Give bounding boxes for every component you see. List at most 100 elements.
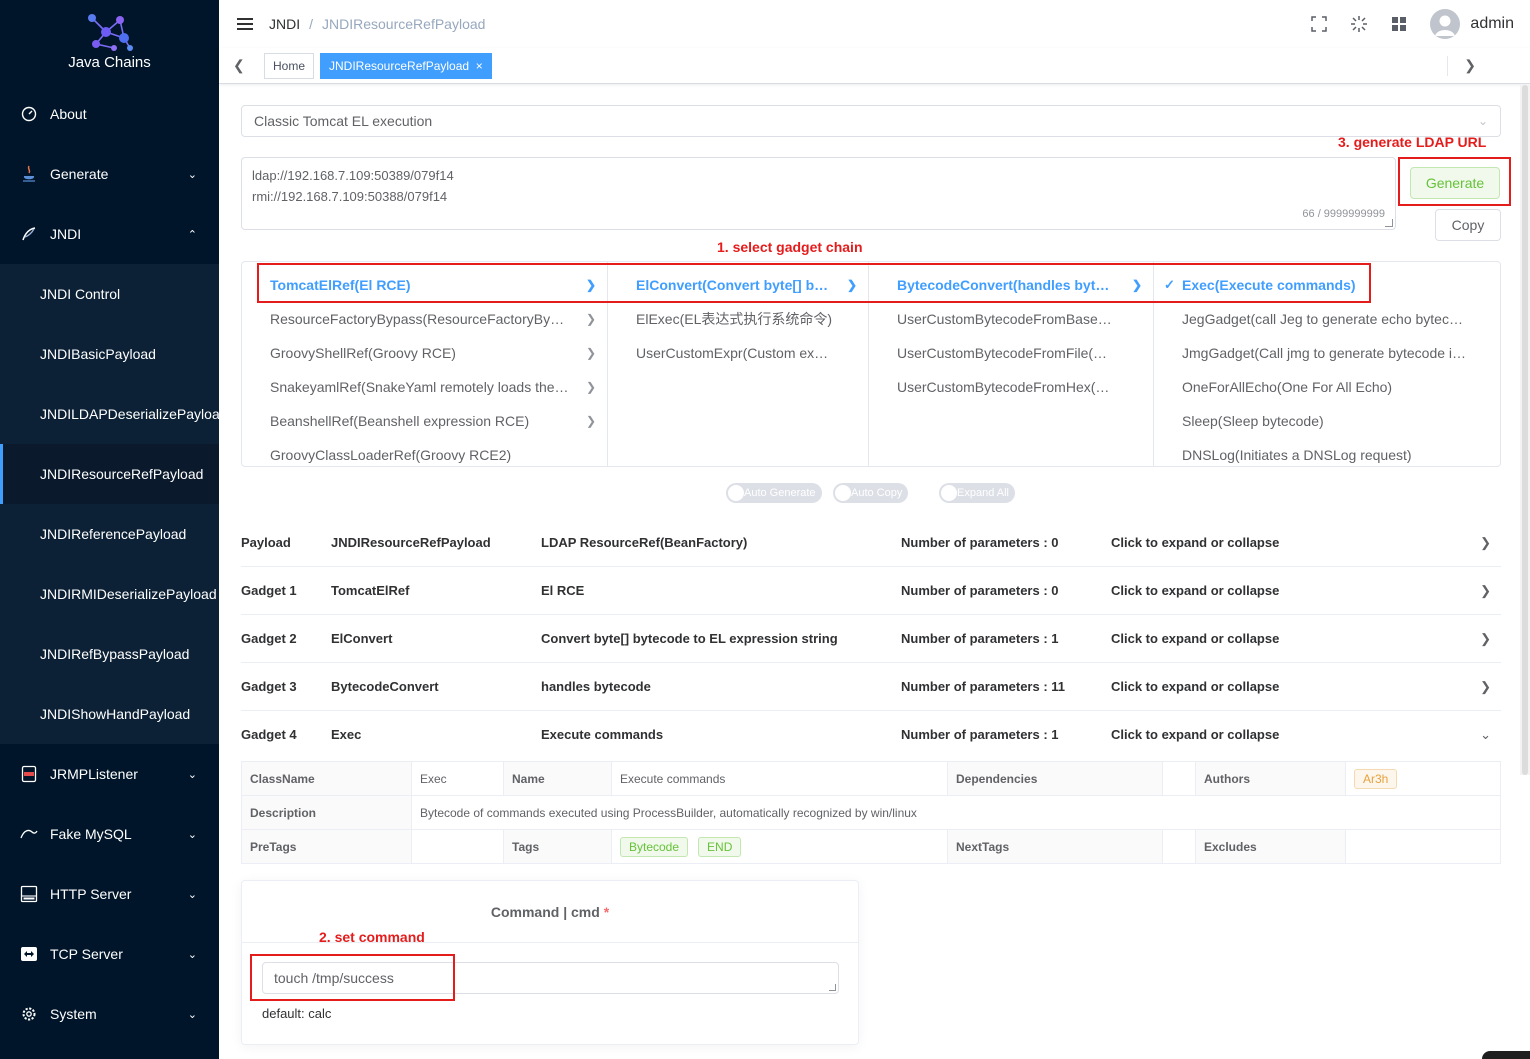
auto-generate-switch[interactable]: Auto Generate: [726, 483, 822, 503]
classname-label: ClassName: [241, 761, 412, 796]
sidebar-item-label: JNDIReferencePayload: [40, 526, 187, 542]
tags-view: ❮ Home JNDIResourceRefPayload × ❯: [219, 48, 1530, 84]
sidebar-item-tcp-server[interactable]: TCP Server ⌄: [0, 924, 219, 984]
sidebar-item-http-server[interactable]: HTTP Server ⌄: [0, 864, 219, 924]
sidebar-item-generate[interactable]: Generate ⌄: [0, 144, 219, 204]
feather-icon: [20, 225, 38, 243]
fullscreen-icon[interactable]: [1310, 15, 1328, 33]
chevron-right-icon[interactable]: ❯: [1480, 519, 1491, 567]
copy-button[interactable]: Copy: [1435, 209, 1501, 241]
cascader-option[interactable]: DNSLog(Initiates a DNSLog request): [1154, 438, 1500, 466]
cascader-option[interactable]: UserCustomBytecodeFromBase…: [869, 302, 1153, 336]
sidebar-item-system[interactable]: System ⌄: [0, 984, 219, 1044]
resize-handle-icon[interactable]: [1385, 219, 1393, 227]
auto-copy-switch[interactable]: Auto Copy: [833, 483, 909, 503]
cascader-option[interactable]: GroovyShellRef(Groovy RCE) ❯: [242, 336, 607, 370]
ldap-url: ldap://192.168.7.109:50389/079f14: [252, 168, 454, 183]
cascader-option[interactable]: OneForAllEcho(One For All Echo): [1154, 370, 1500, 404]
sidebar-item-fake-mysql[interactable]: Fake MySQL ⌄: [0, 804, 219, 864]
chevron-right-icon[interactable]: ❯: [1480, 615, 1491, 663]
gadget-row-expanded[interactable]: Gadget 4 Exec Execute commands Number of…: [241, 711, 1501, 759]
close-icon[interactable]: ×: [476, 59, 483, 73]
cascader-option[interactable]: Sleep(Sleep bytecode): [1154, 404, 1500, 438]
row-expand-hint: Click to expand or collapse: [1111, 679, 1280, 694]
option-label: GroovyShellRef(Groovy RCE): [270, 345, 456, 361]
chevron-right-icon[interactable]: ❯: [1464, 57, 1476, 74]
gear-icon: [20, 1005, 38, 1023]
chevron-down-icon: ⌄: [187, 168, 197, 181]
sidebar-item-label: JNDIResourceRefPayload: [40, 466, 204, 482]
cascader-option[interactable]: SnakeyamlRef(SnakeYaml remotely loads th…: [242, 370, 607, 404]
gadget-row[interactable]: Gadget 2 ElConvert Convert byte[] byteco…: [241, 615, 1501, 663]
select-value: Classic Tomcat EL execution: [254, 113, 433, 129]
chevron-up-icon: ⌃: [187, 228, 197, 241]
option-label: UserCustomBytecodeFromHex(…: [897, 379, 1110, 395]
cascader-option[interactable]: BeanshellRef(Beanshell expression RCE) ❯: [242, 404, 607, 438]
breadcrumb-item[interactable]: JNDI: [269, 16, 300, 32]
sidebar-item-label: JNDIShowHandPayload: [40, 706, 191, 722]
cascader-option[interactable]: ElExec(EL表达式执行系统命令): [608, 302, 868, 336]
payload-row[interactable]: Payload JNDIResourceRefPayload LDAP Reso…: [241, 519, 1501, 567]
chevron-right-icon[interactable]: ❯: [1480, 567, 1491, 615]
java-chains-logo-icon: [87, 14, 133, 51]
option-label: UserCustomExpr(Custom ex…: [636, 345, 829, 361]
chevron-left-icon[interactable]: ❮: [233, 57, 245, 74]
sidebar-item-jndi-ref-bypass-payload[interactable]: JNDIRefBypassPayload: [0, 624, 219, 684]
sidebar-item-label: JRMPListener: [50, 766, 138, 782]
hamburger-icon[interactable]: [237, 18, 253, 30]
sidebar-item-jndi-resource-ref-payload[interactable]: JNDIResourceRefPayload: [0, 444, 219, 504]
authors-label: Authors: [1195, 761, 1346, 796]
description-label: Description: [241, 795, 412, 830]
sidebar-item-jndi-ldap-deserialize-payload[interactable]: JNDILDAPDeserializePayload: [0, 384, 219, 444]
name-value: Execute commands: [611, 761, 948, 796]
sidebar-item-jndi-reference-payload[interactable]: JNDIReferencePayload: [0, 504, 219, 564]
mysql-icon: [20, 825, 38, 843]
row-param-count: Number of parameters : 11: [901, 679, 1066, 694]
sidebar-item-jndi-control[interactable]: JNDI Control: [0, 264, 219, 324]
generate-button[interactable]: Generate: [1410, 167, 1500, 199]
tag-home[interactable]: Home: [264, 53, 315, 79]
loading-icon[interactable]: [1350, 15, 1368, 33]
sidebar-item-jndi-rmi-deserialize-payload[interactable]: JNDIRMIDeserializePayload: [0, 564, 219, 624]
authors-value: Ar3h: [1345, 761, 1501, 796]
payload-mode-select[interactable]: Classic Tomcat EL execution ⌄: [241, 105, 1501, 137]
scrollbar[interactable]: [1520, 85, 1530, 775]
sidebar-item-jndi-show-hand-payload[interactable]: JNDIShowHandPayload: [0, 684, 219, 744]
chevron-down-icon[interactable]: ⌄: [1480, 711, 1491, 759]
row-expand-hint: Click to expand or collapse: [1111, 631, 1280, 646]
tags-label: Tags: [503, 829, 612, 864]
logo[interactable]: Java Chains: [0, 0, 219, 84]
tag-jndi-resource-ref-payload[interactable]: JNDIResourceRefPayload ×: [320, 53, 492, 79]
cascader-option[interactable]: JmgGadget(Call jmg to generate bytecode …: [1154, 336, 1500, 370]
annotation-select: 1. select gadget chain: [717, 239, 863, 255]
sidebar-item-jndi-basic-payload[interactable]: JNDIBasicPayload: [0, 324, 219, 384]
gadget-detail-table: ClassName Exec Name Execute commands Dep…: [241, 761, 1501, 864]
cascader-option[interactable]: UserCustomBytecodeFromFile(…: [869, 336, 1153, 370]
cascader-option[interactable]: UserCustomExpr(Custom ex…: [608, 336, 868, 370]
sidebar-item-about[interactable]: About: [0, 84, 219, 144]
cascader-option[interactable]: ResourceFactoryBypass(ResourceFactoryBy……: [242, 302, 607, 336]
cascader-option[interactable]: JegGadget(call Jeg to generate echo byte…: [1154, 302, 1500, 336]
sidebar-item-label: HTTP Server: [50, 886, 132, 902]
sidebar-item-jndi[interactable]: JNDI ⌃: [0, 204, 219, 264]
cascader-option[interactable]: GroovyClassLoaderRef(Groovy RCE2): [242, 438, 607, 466]
option-label: SnakeyamlRef(SnakeYaml remotely loads th…: [270, 379, 569, 395]
grid-icon[interactable]: [1390, 15, 1408, 33]
tag-bytecode: Bytecode: [620, 836, 689, 857]
gadget-row[interactable]: Gadget 1 TomcatElRef El RCE Number of pa…: [241, 567, 1501, 615]
option-label: GroovyClassLoaderRef(Groovy RCE2): [270, 447, 512, 463]
java-icon: [20, 165, 38, 183]
resize-handle-icon[interactable]: [829, 984, 836, 991]
sidebar-item-jrmp-listener[interactable]: JRMPListener ⌄: [0, 744, 219, 804]
generated-url-textarea[interactable]: ldap://192.168.7.109:50389/079f14 rmi://…: [241, 157, 1396, 230]
scrollbar-thumb[interactable]: [1522, 85, 1528, 775]
chevron-right-icon[interactable]: ❯: [1480, 663, 1491, 711]
gadget-row[interactable]: Gadget 3 BytecodeConvert handles bytecod…: [241, 663, 1501, 711]
row-expand-hint: Click to expand or collapse: [1111, 727, 1280, 742]
expand-all-switch[interactable]: Expand All: [939, 483, 1015, 503]
username[interactable]: admin: [1470, 15, 1514, 33]
dependencies-value: [1162, 761, 1196, 796]
cascader-option[interactable]: UserCustomBytecodeFromHex(…: [869, 370, 1153, 404]
avatar[interactable]: [1430, 9, 1461, 39]
row-param-count: Number of parameters : 1: [901, 727, 1059, 742]
